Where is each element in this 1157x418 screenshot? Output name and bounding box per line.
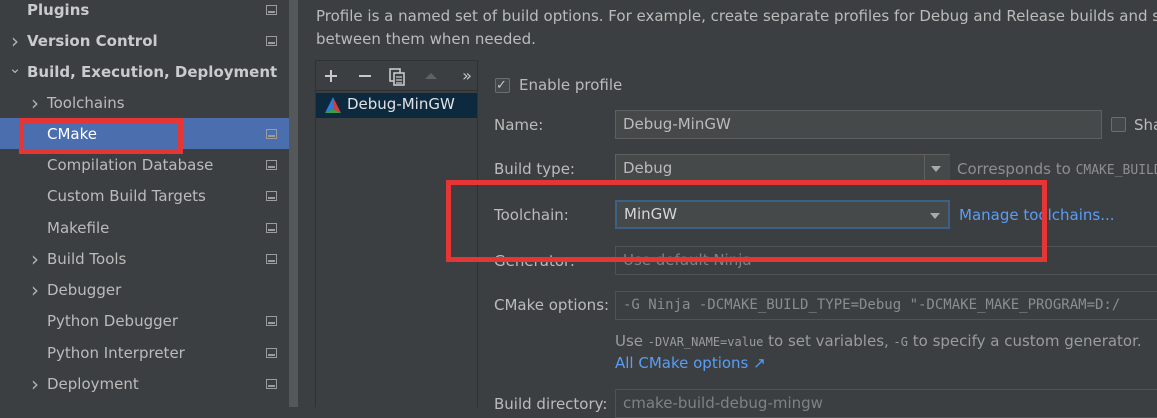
project-settings-icon bbox=[266, 347, 277, 358]
sidebar-item[interactable]: › Deployment bbox=[0, 368, 289, 399]
hint-code-g: -G bbox=[893, 335, 908, 349]
project-settings-icon bbox=[266, 222, 277, 233]
sidebar-item-label: Custom Build Targets bbox=[47, 186, 206, 205]
project-settings-icon bbox=[266, 4, 277, 15]
cmake-options-field[interactable]: -G Ninja -DCMAKE_BUILD_TYPE=Debug "-DCMA… bbox=[615, 291, 1157, 320]
sidebar-item[interactable]: › Toolchains bbox=[0, 87, 289, 118]
sidebar-item-label: Deployment bbox=[47, 374, 139, 393]
sidebar-item[interactable]: › Build Tools bbox=[0, 243, 289, 274]
cmake-options-label: CMake options: bbox=[494, 296, 610, 314]
copy-profile-button[interactable] bbox=[386, 64, 408, 88]
sidebar-item[interactable]: Makefile bbox=[0, 212, 289, 243]
annotation-box-toolchain bbox=[446, 180, 1047, 262]
sidebar-item-label: Toolchains bbox=[47, 93, 125, 112]
sidebar-item-label: Compilation Database bbox=[47, 155, 214, 174]
all-cmake-options-link[interactable]: All CMake options ↗ bbox=[615, 354, 766, 372]
build-directory-field[interactable]: cmake-build-debug-mingw bbox=[615, 389, 1157, 418]
minus-icon bbox=[359, 75, 371, 77]
cmake-options-hint: Use -DVAR_NAME=value to set variables, -… bbox=[615, 332, 1142, 350]
sidebar-scrollbar[interactable] bbox=[289, 0, 298, 407]
plus-icon bbox=[325, 70, 337, 82]
remove-profile-button[interactable] bbox=[354, 64, 376, 88]
share-checkbox[interactable] bbox=[1111, 117, 1126, 132]
build-type-label: Build type: bbox=[494, 160, 575, 178]
sidebar-item-label: Version Control bbox=[27, 31, 158, 50]
up-icon bbox=[425, 73, 437, 79]
chevron-right-icon[interactable]: › bbox=[26, 372, 44, 396]
sidebar-item[interactable]: Python Debugger bbox=[0, 305, 289, 336]
chevron-right-icon[interactable]: › bbox=[26, 278, 44, 302]
chevron-right-icon[interactable]: › bbox=[26, 91, 44, 115]
add-profile-button[interactable] bbox=[320, 64, 342, 88]
chevron-down-icon bbox=[931, 166, 941, 172]
copy-icon bbox=[389, 68, 405, 86]
sidebar-item[interactable]: Custom Build Targets bbox=[0, 180, 289, 211]
sidebar-item[interactable]: › Debugger bbox=[0, 274, 289, 305]
project-settings-icon bbox=[266, 190, 277, 201]
sidebar-item[interactable]: › Version Control bbox=[0, 25, 289, 56]
description-line-1: Profile is a named set of build options.… bbox=[316, 7, 1157, 25]
cmake-triangle-icon bbox=[325, 97, 341, 113]
build-type-hint-text: Corresponds to bbox=[957, 160, 1076, 178]
sidebar-item-label: Build, Execution, Deployment bbox=[27, 62, 278, 81]
project-settings-icon bbox=[266, 35, 277, 46]
sidebar-item-label: Plugins bbox=[27, 0, 90, 19]
enable-profile-label: Enable profile bbox=[519, 76, 623, 94]
project-settings-icon bbox=[266, 159, 277, 170]
build-directory-label: Build directory: bbox=[494, 395, 608, 413]
sidebar-item-label: Python Interpreter bbox=[47, 343, 185, 362]
sidebar-item-label: Debugger bbox=[47, 280, 122, 299]
hint-end: to specify a custom generator. bbox=[908, 332, 1142, 350]
sidebar-item-label: Python Debugger bbox=[47, 311, 179, 330]
build-type-hint: Corresponds to CMAKE_BUILD bbox=[957, 160, 1157, 178]
chevron-right-icon[interactable]: › bbox=[26, 247, 44, 271]
sidebar-item[interactable]: ⌄ Build, Execution, Deployment bbox=[0, 56, 289, 87]
sidebar-item-label: Makefile bbox=[47, 218, 110, 237]
share-label: Sha bbox=[1134, 116, 1157, 134]
project-settings-icon bbox=[266, 378, 277, 389]
project-settings-icon bbox=[266, 315, 277, 326]
move-up-button[interactable] bbox=[420, 64, 442, 88]
sidebar-item[interactable]: Plugins bbox=[0, 0, 289, 25]
name-label: Name: bbox=[494, 116, 544, 134]
chevron-down-icon[interactable]: ⌄ bbox=[6, 59, 24, 77]
sidebar-item-label: Build Tools bbox=[47, 249, 127, 268]
profile-name-label: Debug-MinGW bbox=[347, 95, 455, 113]
hint-use: Use bbox=[615, 332, 648, 350]
chevron-right-icon[interactable]: › bbox=[6, 29, 24, 53]
annotation-box-cmake bbox=[19, 118, 183, 154]
build-type-select[interactable]: Debug bbox=[615, 154, 950, 183]
hint-code-var: -DVAR_NAME=value bbox=[647, 335, 764, 349]
description-line-2: between them when needed. bbox=[316, 30, 536, 48]
project-settings-icon bbox=[266, 253, 277, 264]
build-type-hint-code: CMAKE_BUILD bbox=[1075, 163, 1157, 178]
name-field[interactable]: Debug-MinGW bbox=[615, 110, 1102, 139]
sidebar-item[interactable]: Python Interpreter bbox=[0, 337, 289, 368]
hint-middle: to set variables, bbox=[763, 332, 894, 350]
checkmark-icon: ✓ bbox=[496, 78, 507, 93]
more-actions-button[interactable]: » bbox=[456, 64, 478, 88]
project-settings-icon bbox=[266, 128, 277, 139]
